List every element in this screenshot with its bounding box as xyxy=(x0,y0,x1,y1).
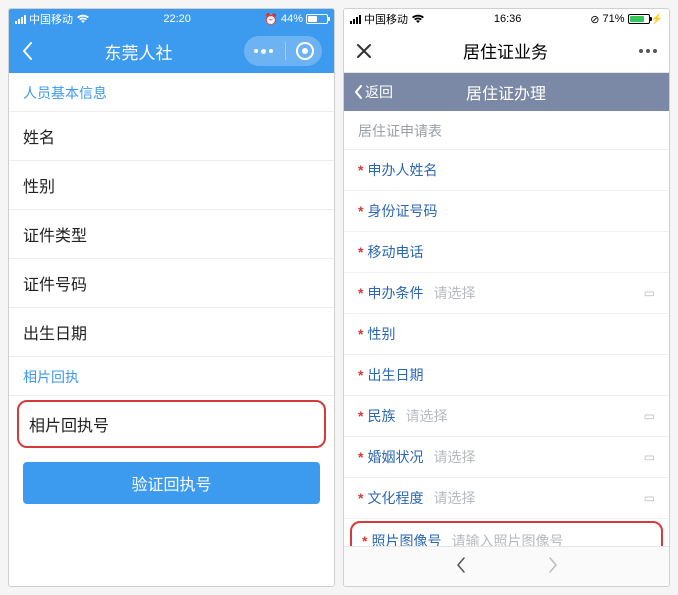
form-section-header: 居住证申请表 xyxy=(344,111,669,150)
field-ethnicity[interactable]: * 民族 请选择 ▭ xyxy=(344,396,669,437)
field-gender[interactable]: 性别 xyxy=(9,161,334,210)
field-gender[interactable]: * 性别 xyxy=(344,314,669,355)
required-icon: * xyxy=(358,244,363,260)
field-photo-id[interactable]: * 照片图像号 请输入照片图像号 xyxy=(350,521,663,546)
phone-left: 中国移动 22:20 ⏰ 44% 东莞人社 人员基本信息 姓名 性别 证件类型 … xyxy=(8,8,335,587)
field-id-number[interactable]: * 身份证号码 xyxy=(344,191,669,232)
alarm-icon: ⏰ xyxy=(264,13,278,26)
wifi-icon xyxy=(76,14,90,24)
battery-pct-label: 71% xyxy=(603,13,625,25)
nav-next-button[interactable] xyxy=(547,556,559,577)
bottom-nav xyxy=(344,546,669,586)
carrier-label: 中国移动 xyxy=(364,11,408,27)
field-apply-condition[interactable]: * 申办条件 请选择 ▭ xyxy=(344,273,669,314)
battery-icon: ⚡ xyxy=(628,14,663,25)
carrier-label: 中国移动 xyxy=(29,11,73,27)
form-body: 居住证申请表 * 申办人姓名 * 身份证号码 * 移动电话 * 申办条件 请选择… xyxy=(344,111,669,546)
book-icon: ▭ xyxy=(644,286,655,300)
book-icon: ▭ xyxy=(644,491,655,505)
status-bar: 中国移动 22:20 ⏰ 44% xyxy=(9,9,334,29)
field-name[interactable]: 姓名 xyxy=(9,112,334,161)
required-icon: * xyxy=(362,533,367,546)
field-mobile[interactable]: * 移动电话 xyxy=(344,232,669,273)
status-time: 22:20 xyxy=(163,13,191,25)
required-icon: * xyxy=(358,285,363,301)
phone-right: 中国移动 16:36 ⊘ 71% ⚡ 居住证业务 返回 居住证办理 居住证申请表… xyxy=(343,8,670,587)
field-applicant-name[interactable]: * 申办人姓名 xyxy=(344,150,669,191)
nav-title: 东莞人社 xyxy=(33,39,244,64)
subnav-title: 居住证办理 xyxy=(393,80,619,104)
required-icon: * xyxy=(358,408,363,424)
status-time: 16:36 xyxy=(494,13,522,25)
rotation-lock-icon: ⊘ xyxy=(590,13,599,26)
signal-icon xyxy=(15,15,26,24)
form-body: 人员基本信息 姓名 性别 证件类型 证件号码 出生日期 相片回执 相片回执号 验… xyxy=(9,73,334,586)
required-icon: * xyxy=(358,326,363,342)
miniprogram-capsule[interactable] xyxy=(244,36,322,66)
section-photo-receipt: 相片回执 xyxy=(9,357,334,396)
required-icon: * xyxy=(358,490,363,506)
battery-pct-label: 44% xyxy=(281,13,303,25)
close-miniprogram-icon[interactable] xyxy=(296,42,314,60)
more-button[interactable] xyxy=(639,49,657,53)
close-button[interactable] xyxy=(356,43,372,59)
field-id-type[interactable]: 证件类型 xyxy=(9,210,334,259)
signal-icon xyxy=(350,15,361,24)
nav-title: 居住证业务 xyxy=(372,38,639,63)
sub-nav: 返回 居住证办理 xyxy=(344,73,669,111)
field-education[interactable]: * 文化程度 请选择 ▭ xyxy=(344,478,669,519)
back-button[interactable] xyxy=(21,41,33,61)
wifi-icon xyxy=(411,14,425,24)
field-id-number[interactable]: 证件号码 xyxy=(9,259,334,308)
section-basic-info: 人员基本信息 xyxy=(9,73,334,112)
required-icon: * xyxy=(358,449,363,465)
field-marriage[interactable]: * 婚姻状况 请选择 ▭ xyxy=(344,437,669,478)
field-birth[interactable]: * 出生日期 xyxy=(344,355,669,396)
nav-bar: 居住证业务 xyxy=(344,29,669,73)
required-icon: * xyxy=(358,203,363,219)
nav-bar: 东莞人社 xyxy=(9,29,334,73)
status-bar: 中国移动 16:36 ⊘ 71% ⚡ xyxy=(344,9,669,29)
menu-icon[interactable] xyxy=(248,49,279,54)
subnav-back-button[interactable]: 返回 xyxy=(354,82,393,102)
field-birth[interactable]: 出生日期 xyxy=(9,308,334,357)
required-icon: * xyxy=(358,162,363,178)
required-icon: * xyxy=(358,367,363,383)
book-icon: ▭ xyxy=(644,450,655,464)
field-photo-receipt-number[interactable]: 相片回执号 xyxy=(17,400,326,448)
battery-icon xyxy=(306,14,328,24)
verify-receipt-button[interactable]: 验证回执号 xyxy=(23,462,320,504)
nav-prev-button[interactable] xyxy=(455,556,467,577)
book-icon: ▭ xyxy=(644,409,655,423)
